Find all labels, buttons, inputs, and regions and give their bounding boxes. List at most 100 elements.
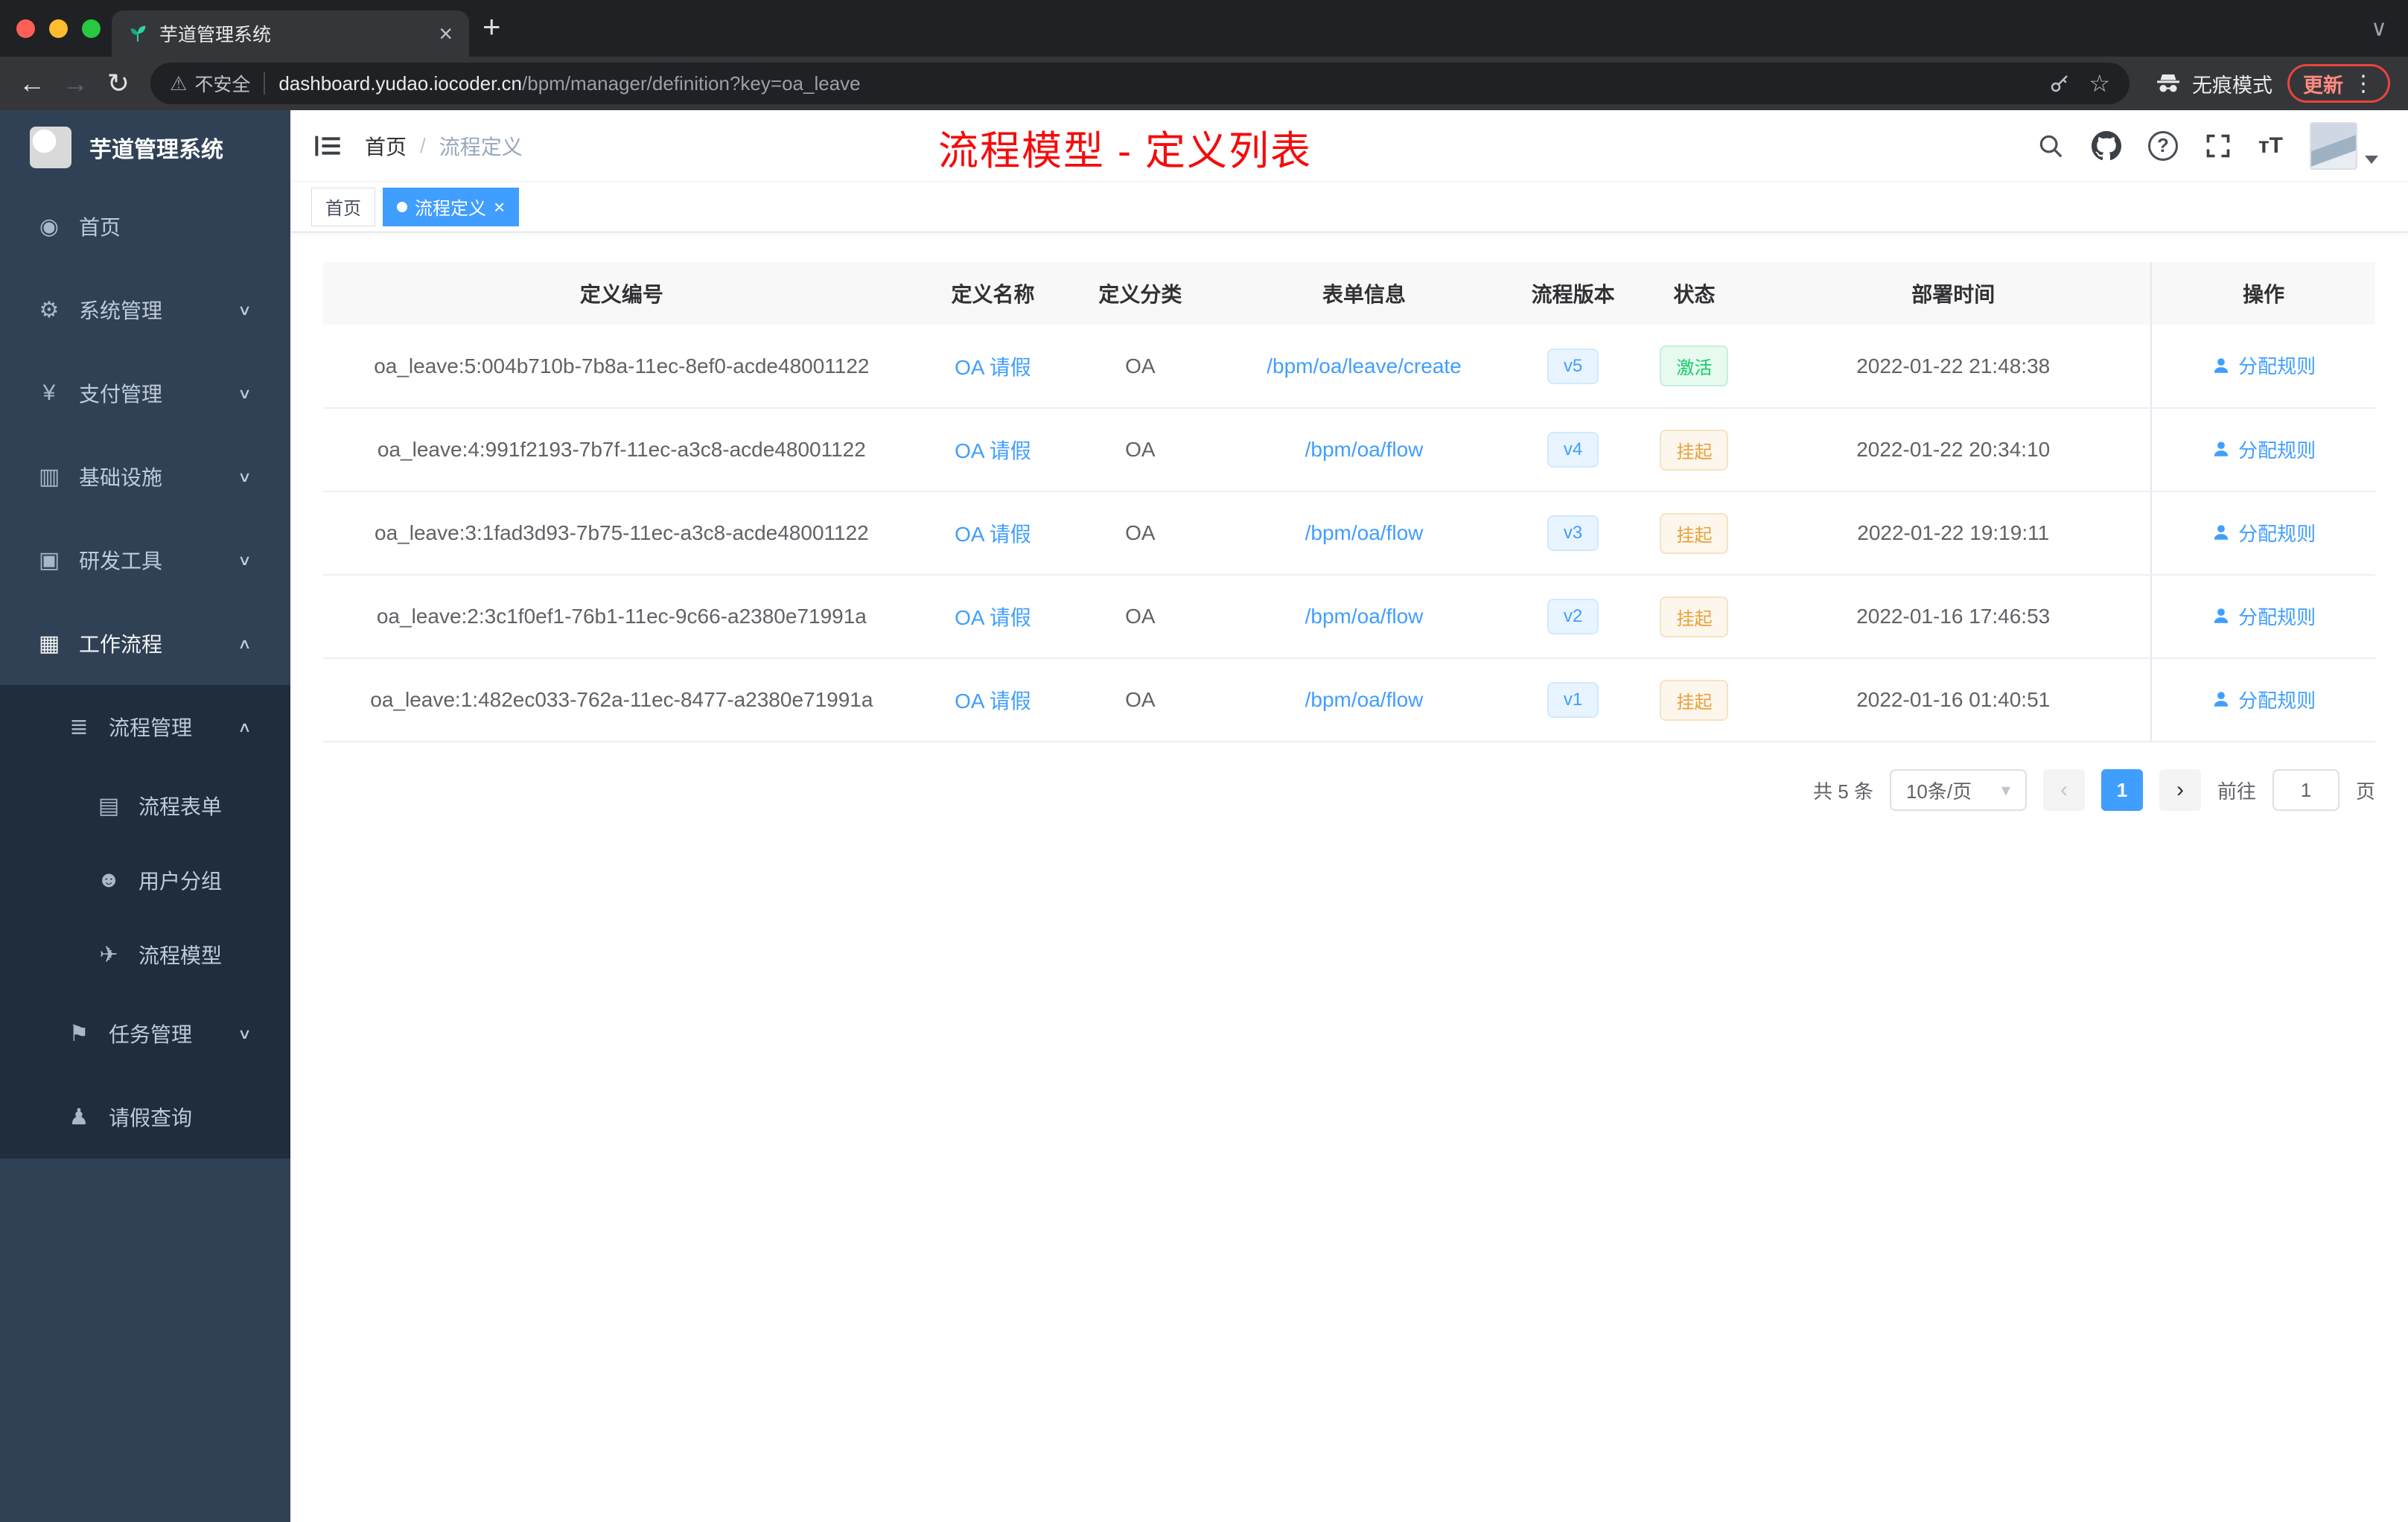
sidebar-item-label: 研发工具 xyxy=(79,550,163,573)
page-header: 首页 / 流程定义 流程模型 - 定义列表 ? тT xyxy=(290,110,2408,182)
form-link[interactable]: /bpm/oa/flow xyxy=(1305,521,1424,544)
back-button[interactable]: ← xyxy=(10,68,54,99)
definition-name-link[interactable]: OA 请假 xyxy=(955,439,1031,462)
main-area: 首页 / 流程定义 流程模型 - 定义列表 ? тT 首页 流程定义 × 定义编… xyxy=(290,110,2408,1522)
form-link[interactable]: /bpm/oa/leave/create xyxy=(1267,354,1462,378)
assign-rule-link[interactable]: 分配规则 xyxy=(2211,519,2316,547)
page-size-select[interactable]: 10条/页 ▾ xyxy=(1889,769,2027,811)
avatar-image[interactable] xyxy=(2310,121,2357,170)
sidebar-item-label: 系统管理 xyxy=(79,299,163,322)
window-controls[interactable] xyxy=(16,19,101,38)
browser-menu-kebab-icon[interactable]: ⋮ xyxy=(2352,71,2374,97)
sidebar-item-system[interactable]: ⚙ 系统管理 ∨ xyxy=(0,268,290,351)
sidebar-item-process-form[interactable]: ▤ 流程表单 xyxy=(0,768,290,843)
browser-toolbar: ← → ↻ ⚠ 不安全 dashboard.yudao.iocoder.cn/b… xyxy=(0,57,2408,110)
search-icon[interactable] xyxy=(2036,132,2065,160)
assign-rule-label: 分配规则 xyxy=(2238,439,2316,462)
version-badge: v5 xyxy=(1547,348,1599,384)
form-link[interactable]: /bpm/oa/flow xyxy=(1305,688,1424,711)
tab-title: 芋道管理系统 xyxy=(159,25,272,45)
assign-rule-label: 分配规则 xyxy=(2238,522,2316,545)
page-size-value: 10条/页 xyxy=(1905,780,1972,803)
sidebar-item-payment[interactable]: ¥ 支付管理 ∨ xyxy=(0,351,290,435)
definition-id: oa_leave:3:1fad3d93-7b75-11ec-a3c8-acde4… xyxy=(323,491,920,576)
status-badge: 挂起 xyxy=(1660,429,1729,471)
assign-rule-link[interactable]: 分配规则 xyxy=(2211,602,2316,630)
omnibox-divider xyxy=(264,72,266,95)
header-actions: ? тT xyxy=(2036,121,2378,170)
tab-search-chevron-icon[interactable]: ∨ xyxy=(2371,16,2387,42)
definition-category: OA xyxy=(1066,408,1215,492)
goto-unit-label: 页 xyxy=(2355,780,2375,803)
user-avatar[interactable] xyxy=(2310,121,2378,170)
sidebar-fold-icon[interactable] xyxy=(313,130,345,162)
browser-tab[interactable]: 芋道管理系统 × xyxy=(112,10,469,57)
sidebar-item-workflow[interactable]: ▦ 工作流程 ∧ xyxy=(0,602,290,685)
definition-name-link[interactable]: OA 请假 xyxy=(955,523,1031,546)
tag-home[interactable]: 首页 xyxy=(311,187,375,226)
sidebar-item-infrastructure[interactable]: ▥ 基础设施 ∨ xyxy=(0,435,290,518)
forward-button[interactable]: → xyxy=(54,68,97,99)
bookmark-star-icon[interactable]: ☆ xyxy=(2089,69,2110,98)
page-number-button[interactable]: 1 xyxy=(2100,769,2143,811)
person-icon xyxy=(2214,608,2229,623)
window-close-button[interactable] xyxy=(16,19,35,38)
column-header: 部署时间 xyxy=(1756,262,2152,325)
sidebar-item-label: 基础设施 xyxy=(79,466,163,489)
deploy-time: 2022-01-22 21:48:38 xyxy=(1756,325,2152,409)
column-header: 操作 xyxy=(2150,262,2375,325)
sidebar-item-home[interactable]: ◉ 首页 xyxy=(0,185,290,268)
process-model-icon: ✈ xyxy=(99,942,118,967)
column-header: 定义编号 xyxy=(323,262,920,325)
tag-process-definition[interactable]: 流程定义 × xyxy=(383,187,520,226)
assign-rule-link[interactable]: 分配规则 xyxy=(2211,436,2316,463)
status-badge: 挂起 xyxy=(1660,512,1729,554)
breadcrumb-home[interactable]: 首页 xyxy=(365,131,407,161)
password-key-icon[interactable] xyxy=(2048,72,2071,95)
goto-page-input[interactable] xyxy=(2272,769,2339,811)
window-minimize-button[interactable] xyxy=(49,19,68,38)
definition-category: OA xyxy=(1066,575,1215,659)
fullscreen-icon[interactable] xyxy=(2205,133,2232,159)
github-icon[interactable] xyxy=(2091,130,2121,161)
sidebar-item-process-model[interactable]: ✈ 流程模型 xyxy=(0,917,290,992)
tag-close-icon[interactable]: × xyxy=(494,197,505,217)
new-tab-button[interactable]: + xyxy=(482,11,501,42)
sidebar-item-label: 首页 xyxy=(79,216,121,239)
assign-rule-link[interactable]: 分配规则 xyxy=(2211,351,2316,379)
sidebar-item-leave-query[interactable]: ♟ 请假查询 xyxy=(0,1075,290,1159)
update-label: 更新 xyxy=(2303,74,2343,97)
sidebar-item-task-management[interactable]: ⚑ 任务管理 ∨ xyxy=(0,992,290,1075)
url-host: dashboard.yudao.iocoder.cn xyxy=(278,71,523,95)
font-size-icon[interactable]: тT xyxy=(2258,133,2283,159)
sidebar-menu: ◉ 首页 ⚙ 系统管理 ∨ ¥ 支付管理 ∨ ▥ 基础设施 ∨ ▣ 研发工具 ∨ xyxy=(0,185,290,1159)
chevron-down-icon: ∨ xyxy=(237,301,252,318)
window-zoom-button[interactable] xyxy=(82,19,101,38)
chevron-up-icon: ∧ xyxy=(237,634,252,652)
sidebar-item-devtools[interactable]: ▣ 研发工具 ∨ xyxy=(0,518,290,602)
version-badge: v3 xyxy=(1547,515,1599,551)
form-link[interactable]: /bpm/oa/flow xyxy=(1305,438,1424,461)
form-link[interactable]: /bpm/oa/flow xyxy=(1305,605,1424,628)
sidebar-item-user-group[interactable]: ☻ 用户分组 xyxy=(0,843,290,917)
person-icon xyxy=(2214,358,2229,373)
reload-button[interactable]: ↻ xyxy=(97,68,140,99)
sidebar-item-process-management[interactable]: ≣ 流程管理 ∧ xyxy=(0,685,290,768)
definition-name-link[interactable]: OA 请假 xyxy=(955,606,1031,629)
url-text[interactable]: dashboard.yudao.iocoder.cn/bpm/manager/d… xyxy=(278,72,2030,95)
status-badge: 挂起 xyxy=(1660,679,1729,721)
url-bar[interactable]: ⚠ 不安全 dashboard.yudao.iocoder.cn/bpm/man… xyxy=(150,63,2130,104)
help-icon[interactable]: ? xyxy=(2147,130,2178,161)
definition-table: 定义编号 定义名称 定义分类 表单信息 流程版本 状态 部署时间 操作 oa_l… xyxy=(323,262,2375,742)
prev-page-button[interactable]: ‹ xyxy=(2042,769,2085,811)
security-label[interactable]: 不安全 xyxy=(194,70,250,97)
next-page-button[interactable]: › xyxy=(2159,769,2201,811)
definition-name-link[interactable]: OA 请假 xyxy=(955,356,1031,379)
sidebar-item-label: 流程表单 xyxy=(138,795,223,818)
tab-close-icon[interactable]: × xyxy=(439,22,453,45)
assign-rule-link[interactable]: 分配规则 xyxy=(2211,686,2316,713)
update-button[interactable]: 更新 ⋮ xyxy=(2287,64,2390,103)
sidebar: 芋道管理系统 ◉ 首页 ⚙ 系统管理 ∨ ¥ 支付管理 ∨ ▥ 基础设施 ∨ ▣… xyxy=(0,110,290,1522)
definition-category: OA xyxy=(1066,491,1215,576)
definition-name-link[interactable]: OA 请假 xyxy=(955,690,1031,713)
